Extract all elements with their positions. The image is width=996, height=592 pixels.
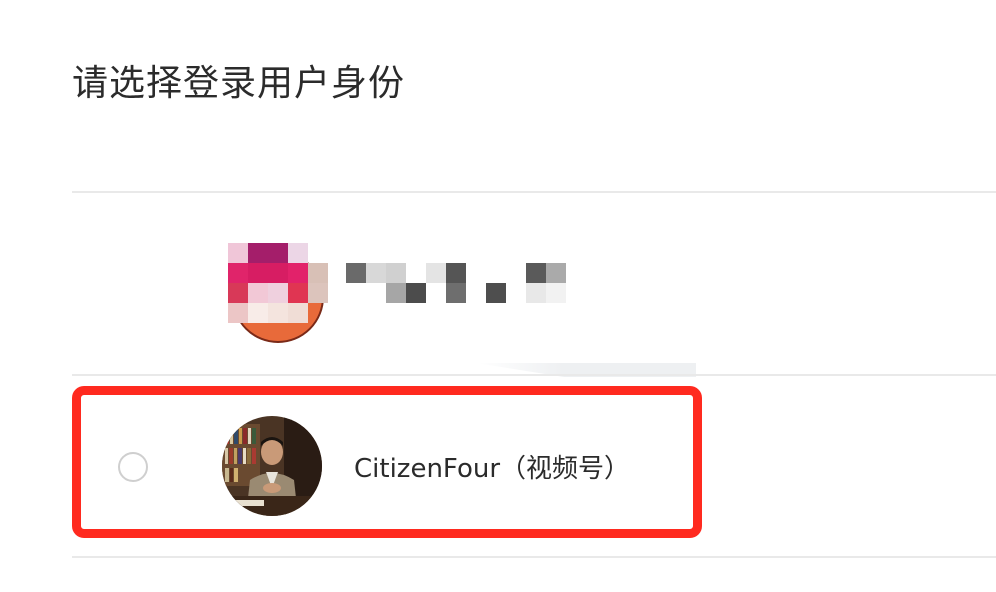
login-identity-page: 请选择登录用户身份 CitizenFour（视频号） — [0, 0, 996, 592]
account-option-obscured[interactable] — [72, 193, 996, 377]
account-name-obscured — [346, 263, 576, 305]
account-name: CitizenFour（视频号） — [354, 454, 631, 484]
divider — [72, 556, 996, 558]
avatar-obscured — [228, 243, 328, 343]
page-title: 请选择登录用户身份 — [72, 63, 406, 104]
divider — [72, 374, 996, 376]
avatar-photo-icon — [222, 416, 322, 516]
account-option-citizenfour[interactable]: CitizenFour（视频号） — [72, 386, 702, 538]
radio-button[interactable] — [118, 452, 148, 482]
avatar — [222, 416, 322, 516]
